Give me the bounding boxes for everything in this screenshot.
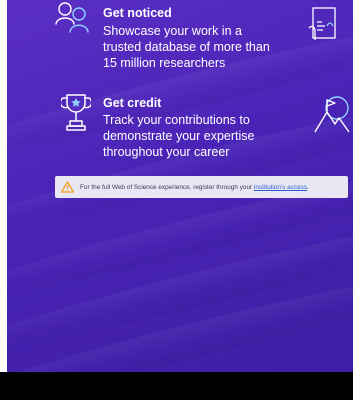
- mountain-flag-icon: [313, 94, 351, 139]
- notice-end: .: [307, 183, 309, 191]
- bottom-bar: [0, 372, 353, 400]
- notice-banner: For the full Web of Science experience, …: [55, 176, 348, 198]
- promo-panel: Get noticed Showcase your work in a trus…: [7, 0, 353, 372]
- people-icon: [53, 0, 93, 43]
- feature-description: Showcase your work in a trusted database…: [103, 24, 270, 70]
- feature-description: Track your contributions to demonstrate …: [103, 113, 255, 159]
- warning-icon: [61, 181, 74, 193]
- notice-text: For the full Web of Science experience, …: [80, 183, 253, 191]
- institution-access-link[interactable]: institution's access: [254, 184, 307, 191]
- feature-title: Get noticed: [103, 6, 172, 20]
- framed-certificate-icon: [307, 6, 337, 47]
- trophy-icon: [59, 92, 93, 139]
- feature-title: Get credit: [103, 96, 162, 110]
